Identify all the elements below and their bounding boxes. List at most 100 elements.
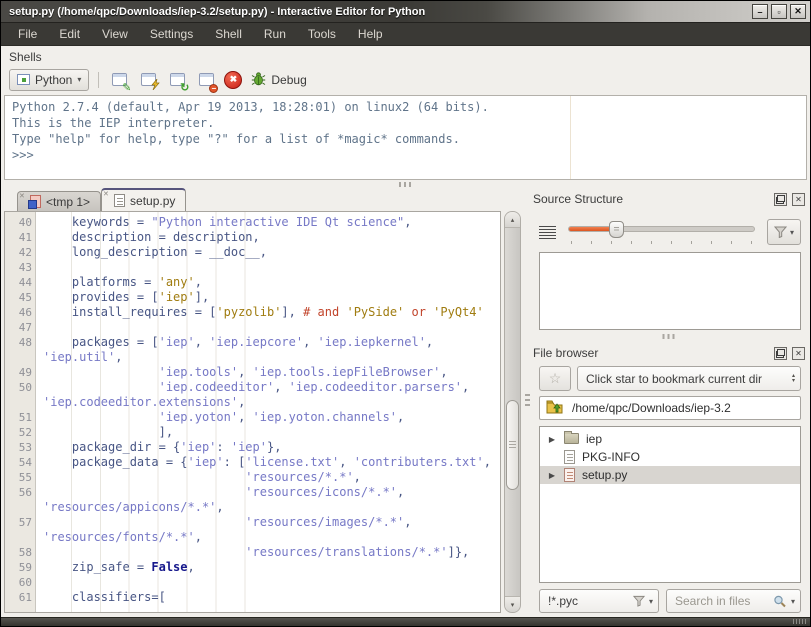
tools-panel: Source Structure ✕ ▾ File browser ✕ ☆ Cl… — [533, 188, 807, 617]
structure-filter-button[interactable]: ▾ — [767, 219, 801, 245]
scroll-down-icon[interactable]: ▾ — [505, 596, 520, 612]
code-line[interactable]: 48 packages = ['iep', 'iep.iepcore', 'ie… — [5, 335, 500, 350]
close-panel-button[interactable]: ✕ — [792, 192, 805, 206]
shell-output[interactable]: Python 2.7.4 (default, Apr 19 2013, 18:2… — [4, 95, 807, 180]
tab-close-icon[interactable]: ✕ — [19, 192, 25, 200]
thumb-grip-icon — [509, 441, 516, 449]
code-line[interactable]: 47 — [5, 320, 500, 335]
code-line[interactable]: 43 — [5, 260, 500, 275]
tab-label: setup.py — [130, 193, 176, 208]
code-line[interactable]: 59 zip_safe = False, — [5, 560, 500, 575]
code-line[interactable]: 49 'iep.tools', 'iep.tools.iepFileBrowse… — [5, 365, 500, 380]
spinner-arrows-icon[interactable]: ▴ ▾ — [792, 373, 795, 384]
shell-output-line: Type "help" for help, type "?" for a lis… — [12, 132, 460, 146]
file-tree-item-setup.py[interactable]: ▶ setup.py — [540, 466, 800, 484]
unsaved-file-icon — [28, 195, 41, 209]
line-number: 47 — [18, 321, 32, 334]
code-line[interactable]: 54 package_data = {'iep': ['license.txt'… — [5, 455, 500, 470]
code-line[interactable]: 61 classifiers=[ — [5, 590, 500, 605]
console-icon — [17, 74, 30, 85]
source-structure-list[interactable] — [539, 252, 801, 330]
code-line[interactable]: 57 'resources/images/*.*', — [5, 515, 500, 530]
expander-icon[interactable]: ▶ — [547, 435, 557, 444]
code-line[interactable]: 50 'iep.codeeditor', 'iep.codeeditor.par… — [5, 380, 500, 395]
new-shell-button[interactable]: ✎ — [108, 69, 131, 93]
code-line[interactable]: 53 package_dir = {'iep': 'iep'}, — [5, 440, 500, 455]
file-tree[interactable]: ▶ iep PKG-INFO ▶ setup.py — [539, 426, 801, 583]
window-resize-edge[interactable] — [1, 617, 810, 626]
code-line[interactable]: 45 provides = ['iep'], — [5, 290, 500, 305]
line-number: 53 — [18, 441, 32, 454]
file-tree-item-iep[interactable]: ▶ iep — [540, 430, 800, 448]
scrollbar-thumb[interactable] — [506, 400, 519, 490]
star-icon: ☆ — [548, 370, 562, 386]
code-line[interactable]: 44 platforms = 'any', — [5, 275, 500, 290]
tab-tmp1[interactable]: ✕ <tmp 1> — [17, 191, 102, 211]
search-in-files-input[interactable]: Search in files ▾ — [666, 589, 801, 613]
stop-cross-icon: ✖ — [229, 74, 238, 84]
menu-item-run[interactable]: Run — [253, 23, 297, 45]
tab-setup-py[interactable]: ✕ setup.py — [101, 188, 187, 211]
scroll-up-icon[interactable]: ▴ — [505, 212, 520, 228]
chevron-down-icon: ▾ — [648, 596, 653, 606]
menu-item-tools[interactable]: Tools — [297, 23, 347, 45]
code-line[interactable]: 40 keywords = "Python interactive IDE Qt… — [5, 215, 500, 230]
structure-depth-slider[interactable] — [568, 218, 755, 246]
bookmark-combo-text: Click star to bookmark current dir — [586, 371, 763, 386]
line-number: 52 — [18, 426, 32, 439]
line-number: 41 — [18, 231, 32, 244]
code-line[interactable]: 51 'iep.yoton', 'iep.yoton.channels', — [5, 410, 500, 425]
close-panel-button[interactable]: ✕ — [792, 346, 805, 360]
window-titlebar[interactable]: setup.py (/home/qpc/Downloads/iep-3.2/se… — [1, 1, 810, 23]
bookmark-combo[interactable]: Click star to bookmark current dir ▴ ▾ — [577, 366, 801, 391]
line-number: 46 — [18, 306, 32, 319]
expander-icon[interactable]: ▶ — [547, 471, 557, 480]
float-panel-button[interactable] — [774, 192, 787, 206]
funnel-icon — [773, 226, 787, 238]
path-bar[interactable]: /home/qpc/Downloads/iep-3.2 — [539, 396, 801, 420]
close-shell-button[interactable]: ✖ — [224, 70, 243, 89]
filename-filter-input[interactable]: !*.pyc ▾ — [539, 589, 659, 613]
terminate-shell-button[interactable]: − — [195, 69, 219, 93]
line-number: 44 — [18, 276, 32, 289]
file-browser-header: File browser ✕ — [533, 344, 805, 362]
maximize-button[interactable]: ▫ — [771, 4, 787, 19]
panel-title: File browser — [533, 346, 599, 360]
menu-item-shell[interactable]: Shell — [204, 23, 253, 45]
code-editor[interactable]: 40 keywords = "Python interactive IDE Qt… — [4, 211, 501, 613]
restart-shell-button[interactable]: ↻ — [166, 69, 189, 93]
code-line[interactable]: 'iep.codeeditor.extensions', — [5, 395, 500, 410]
vertical-splitter[interactable] — [521, 188, 533, 617]
code-line[interactable]: 'resources/fonts/*.*', — [5, 530, 500, 545]
bookmark-star-button[interactable]: ☆ — [539, 366, 571, 391]
file-tree-item-pkg-info[interactable]: PKG-INFO — [540, 448, 800, 466]
code-line[interactable]: 46 install_requires = ['pyzolib'], # and… — [5, 305, 500, 320]
close-button[interactable]: ✕ — [790, 4, 806, 19]
float-panel-button[interactable] — [774, 346, 787, 360]
tab-close-icon[interactable]: ✕ — [103, 190, 109, 198]
code-line[interactable]: 42 long_description = __doc__, — [5, 245, 500, 260]
shell-output-line: This is the IEP interpreter. — [12, 116, 215, 130]
menu-item-help[interactable]: Help — [347, 23, 394, 45]
menu-item-edit[interactable]: Edit — [48, 23, 91, 45]
horizontal-splitter[interactable] — [1, 180, 810, 188]
code-line[interactable]: 56 'resources/icons/*.*', — [5, 485, 500, 500]
minimize-button[interactable]: – — [752, 4, 768, 19]
interrupt-shell-button[interactable] — [137, 69, 161, 91]
code-line[interactable]: 58 'resources/translations/*.*']}, — [5, 545, 500, 560]
line-number: 58 — [18, 546, 32, 559]
code-line[interactable]: 41 description = description, — [5, 230, 500, 245]
menu-item-settings[interactable]: Settings — [139, 23, 204, 45]
code-line[interactable]: 52 ], — [5, 425, 500, 440]
panel-splitter[interactable] — [533, 330, 805, 342]
code-line[interactable]: 55 'resources/*.*', — [5, 470, 500, 485]
code-line[interactable]: 'resources/appicons/*.*', — [5, 500, 500, 515]
menu-item-view[interactable]: View — [91, 23, 139, 45]
code-line[interactable]: 60 — [5, 575, 500, 590]
debug-button[interactable]: Debug — [251, 71, 307, 89]
editor-scrollbar[interactable]: ▴ ▾ — [504, 211, 521, 613]
menu-item-file[interactable]: File — [7, 23, 48, 45]
slider-handle[interactable] — [608, 221, 624, 238]
shell-tab-python-button[interactable]: Python ▾ — [9, 68, 90, 91]
code-line[interactable]: 'iep.util', — [5, 350, 500, 365]
